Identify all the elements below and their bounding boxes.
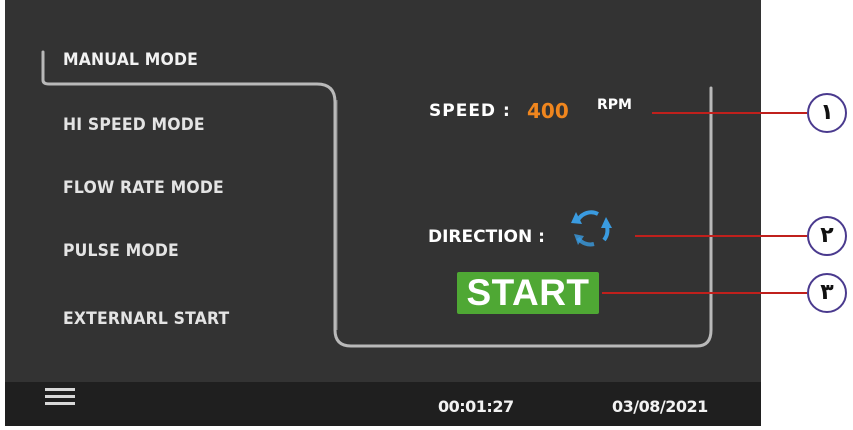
menu-item-external-start[interactable]: EXTERNARL START (63, 309, 229, 329)
menu-item-flow-rate-mode[interactable]: FLOW RATE MODE (63, 178, 224, 198)
speed-value[interactable]: 400 (527, 99, 569, 123)
start-button[interactable]: START (457, 272, 599, 314)
rotate-direction-icon[interactable] (568, 208, 616, 250)
menu-item-pulse-mode[interactable]: PULSE MODE (63, 241, 179, 261)
elapsed-time: 00:01:27 (438, 397, 514, 416)
speed-unit: RPM (597, 97, 632, 113)
menu-item-hi-speed-mode[interactable]: HI SPEED MODE (63, 115, 205, 135)
current-date: 03/08/2021 (612, 397, 708, 416)
speed-label: SPEED : (429, 101, 511, 121)
device-screen: MANUAL MODE HI SPEED MODE FLOW RATE MODE… (5, 0, 761, 426)
direction-label: DIRECTION : (428, 227, 545, 247)
callout-marker-2: ٢ (807, 216, 847, 256)
callout-marker-3: ٣ (807, 273, 847, 313)
callout-marker-1: ١ (807, 93, 847, 133)
hamburger-menu-icon[interactable] (45, 388, 75, 414)
menu-item-manual-mode[interactable]: MANUAL MODE (63, 50, 198, 70)
